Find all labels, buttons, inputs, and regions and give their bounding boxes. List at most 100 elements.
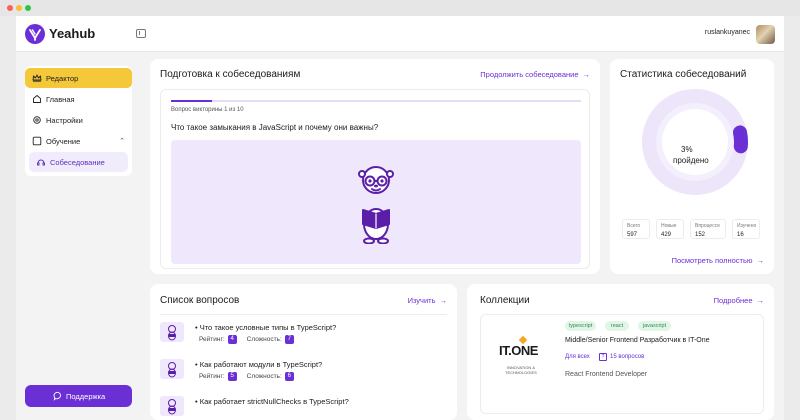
question-thumbnail — [160, 396, 184, 416]
stat-label: Впроцессе — [695, 223, 720, 229]
question-row[interactable]: • Как работает strictNullChecks в TypeSc… — [160, 396, 440, 420]
stat-value: 597 — [627, 232, 638, 238]
support-label: Поддержка — [66, 392, 106, 401]
collections-card: Коллекции Подробнее → IT.ONE INNOVATION &… — [467, 284, 774, 420]
quiz-question: Что такое замыкания в JavaScript и почем… — [171, 123, 379, 132]
stat-label: Всего — [627, 223, 641, 229]
question-meta: Рейтинг: 5 Сложность: 6 — [199, 372, 294, 381]
sidebar-item-learning[interactable]: Обучение ⌃ — [25, 131, 132, 151]
view-full-stats-label: Посмотреть полностью — [671, 256, 753, 265]
stats-card: Статистика собеседований 3% пройдено Все… — [610, 59, 774, 274]
stat-value: 429 — [661, 232, 672, 238]
sidebar-item-interview[interactable]: Собеседование — [29, 152, 128, 172]
question-title[interactable]: • Как работают модули в TypeScript? — [195, 360, 322, 369]
stat-value: 16 — [737, 232, 744, 238]
maximize-window-button[interactable] — [25, 5, 31, 11]
collection-name[interactable]: Middle/Senior Frontend Разработчик в IT-… — [565, 337, 710, 344]
prep-card-title: Подготовка к собеседованиям — [160, 69, 301, 80]
top-bar: Yeahub ruslankuyanec — [16, 16, 784, 52]
brand-name[interactable]: Yeahub — [49, 26, 95, 41]
collapse-sidebar-icon[interactable] — [136, 29, 146, 38]
question-list-title: Список вопросов — [160, 295, 240, 306]
logo-sub-text: TECHNOLOGIES — [505, 370, 537, 375]
sidebar-item-label: Собеседование — [50, 158, 105, 167]
home-icon — [33, 95, 41, 103]
collection-item[interactable]: IT.ONE INNOVATION & TECHNOLOGIES typescr… — [480, 314, 764, 414]
more-collections-label: Подробнее — [713, 296, 753, 305]
rating-badge: 4 — [227, 335, 237, 344]
username[interactable]: ruslankuyanec — [705, 29, 750, 36]
it-one-logo: IT.ONE INNOVATION & TECHNOLOGIES — [493, 335, 563, 395]
arrow-right-icon: → — [756, 296, 765, 305]
question-title[interactable]: • Что такое условные типы в TypeScript? — [195, 323, 336, 332]
tag-typescript: typescript — [565, 321, 596, 331]
stat-label: Изучено — [737, 223, 757, 229]
rating-badge: 5 — [227, 372, 237, 381]
stat-new: Новые 429 — [656, 219, 684, 239]
sidebar-item-editor[interactable]: Редактор — [25, 68, 132, 88]
stats-percent-label: пройдено — [673, 156, 709, 165]
collection-question-count: 15 вопросов — [610, 354, 645, 360]
question-title[interactable]: • Как работает strictNullChecks в TypeSc… — [195, 397, 349, 406]
quiz-progress-label: Вопрос викторины 1 из 10 — [171, 107, 244, 113]
arrow-right-icon: → — [756, 256, 765, 265]
question-row[interactable]: • Что такое условные типы в TypeScript? … — [160, 322, 440, 348]
collections-title: Коллекции — [480, 295, 530, 306]
avatar[interactable] — [756, 25, 775, 44]
interview-icon — [37, 159, 45, 166]
stats-ring-chart — [642, 89, 748, 195]
view-full-stats-link[interactable]: Посмотреть полностью → — [672, 256, 764, 265]
close-window-button[interactable] — [7, 5, 13, 11]
rating-label: Рейтинг: — [199, 336, 225, 344]
question-thumbnail — [160, 359, 184, 379]
sidebar-item-label: Обучение — [46, 137, 81, 146]
difficulty-label: Сложность: — [246, 336, 282, 344]
gear-icon — [33, 116, 41, 124]
book-icon — [32, 136, 42, 146]
app-window: Yeahub ruslankuyanec Редактор Главная На… — [16, 16, 784, 420]
stat-total: Всего 597 — [622, 219, 650, 239]
stat-label: Новые — [661, 223, 677, 229]
collection-subtitle: React Frontend Developer — [565, 371, 648, 378]
rating-label: Рейтинг: — [199, 373, 225, 381]
chat-icon — [53, 391, 61, 401]
sidebar: Редактор Главная Настройки Обучение ⌃ Со… — [25, 66, 132, 176]
tag-javascript: javascript — [638, 321, 671, 331]
interview-prep-card: Подготовка к собеседованиям Продолжить с… — [150, 59, 600, 274]
support-button[interactable]: Поддержка — [25, 385, 132, 407]
sidebar-item-home[interactable]: Главная — [25, 89, 132, 109]
chevron-up-icon[interactable]: ⌃ — [119, 137, 125, 145]
continue-interview-label: Продолжить собеседование — [480, 70, 579, 79]
meerkat-reading-icon — [358, 166, 394, 244]
quiz-progress-bar — [171, 100, 581, 102]
difficulty-label: Сложность: — [246, 373, 282, 381]
stat-learned: Изучено 16 — [732, 219, 760, 239]
stat-value: 152 — [695, 232, 706, 238]
study-link[interactable]: Изучить → — [408, 296, 447, 305]
continue-interview-link[interactable]: Продолжить собеседование → — [480, 70, 590, 79]
stats-card-title: Статистика собеседований — [620, 69, 747, 80]
os-titlebar — [0, 0, 800, 16]
crown-icon — [32, 74, 42, 82]
more-collections-link[interactable]: Подробнее → — [714, 296, 764, 305]
logo-main-text: IT.ONE — [499, 343, 538, 358]
yeahub-logo-icon[interactable] — [25, 24, 45, 44]
sidebar-item-settings[interactable]: Настройки — [25, 110, 132, 130]
stat-in-progress: Впроцессе 152 — [690, 219, 726, 239]
collection-access: Для всех — [565, 354, 590, 360]
stats-percent: 3% — [681, 145, 693, 154]
quiz-illustration — [171, 140, 581, 264]
question-count-icon: ? — [599, 353, 607, 361]
difficulty-badge: 6 — [284, 372, 294, 381]
question-list-card: Список вопросов Изучить → • Что такое усл… — [150, 284, 457, 420]
tag-react: react — [605, 321, 629, 331]
question-meta: Рейтинг: 4 Сложность: 7 — [199, 335, 294, 344]
question-thumbnail — [160, 322, 184, 342]
question-row[interactable]: • Как работают модули в TypeScript? Рейт… — [160, 359, 440, 385]
quiz-panel: Вопрос викторины 1 из 10 Что такое замык… — [160, 89, 590, 269]
study-label: Изучить — [407, 296, 436, 305]
divider — [160, 314, 447, 315]
sidebar-item-label: Настройки — [46, 116, 83, 125]
minimize-window-button[interactable] — [16, 5, 22, 11]
sidebar-item-label: Редактор — [46, 74, 79, 83]
